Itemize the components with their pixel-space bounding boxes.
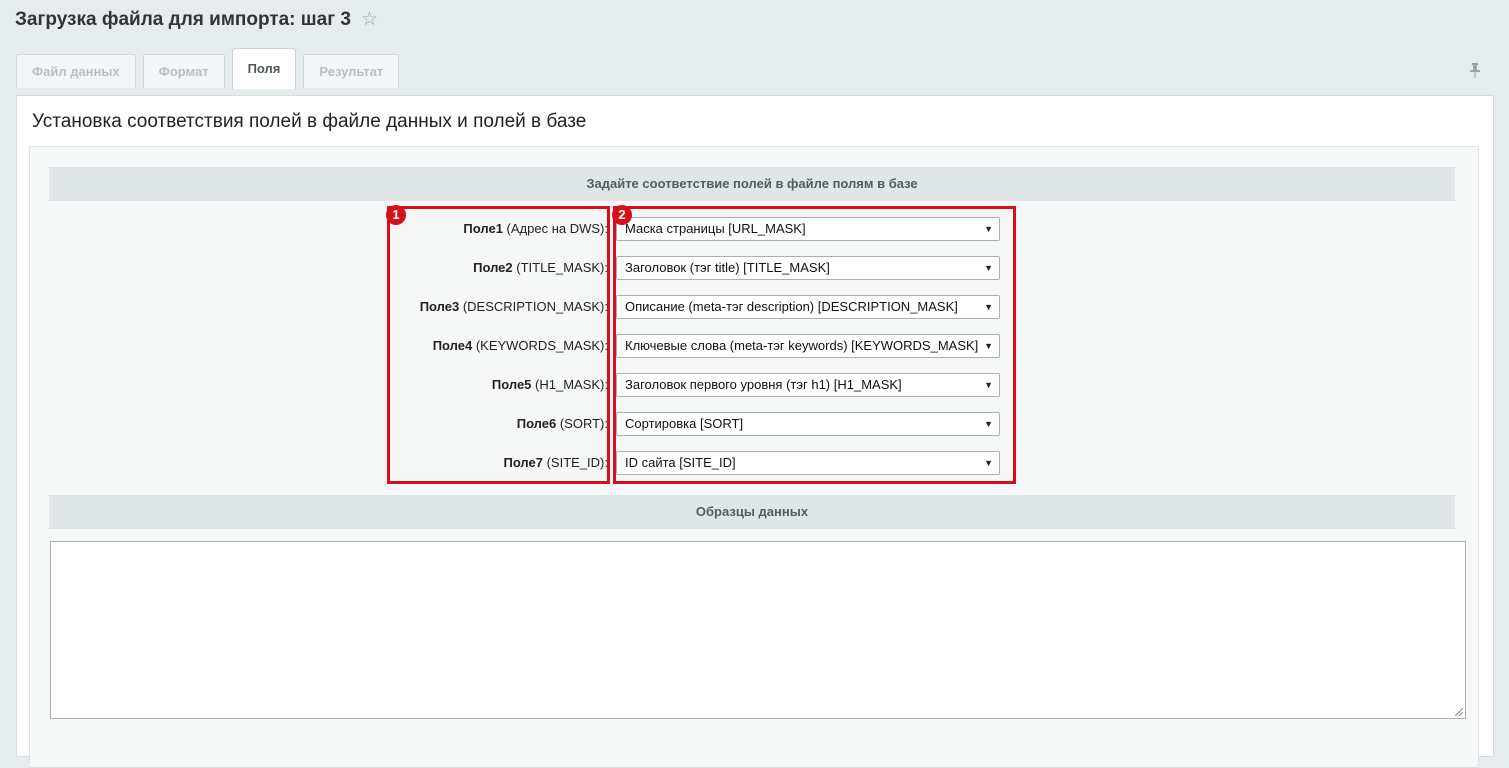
samples-section-title: Образцы данных <box>49 495 1455 529</box>
main-panel: Установка соответствия полей в файле дан… <box>16 95 1494 768</box>
star-icon[interactable]: ☆ <box>361 8 378 31</box>
badge-1: 1 <box>386 205 406 225</box>
mapping-area: Задайте соответствие полей в файле полям… <box>29 146 1479 768</box>
panel-heading: Установка соответствия полей в файле дан… <box>32 111 587 132</box>
badge-2: 2 <box>612 205 632 225</box>
mapping-section-title: Задайте соответствие полей в файле полям… <box>49 167 1455 201</box>
tab-bar: Файл данных Формат Поля Результат <box>16 48 406 89</box>
highlight-box-labels <box>387 206 610 484</box>
page-title: Загрузка файла для импорта: шаг 3 ☆ <box>15 8 378 31</box>
highlight-box-selects <box>613 206 1016 484</box>
pin-icon[interactable] <box>1469 62 1481 78</box>
tab-data-file[interactable]: Файл данных <box>16 54 136 88</box>
resize-handle-icon[interactable] <box>1455 708 1463 716</box>
tab-result[interactable]: Результат <box>303 54 400 88</box>
tab-format[interactable]: Формат <box>142 54 225 88</box>
page-title-text: Загрузка файла для импорта: шаг 3 <box>15 8 351 30</box>
tab-fields[interactable]: Поля <box>231 48 297 89</box>
data-samples-textarea[interactable] <box>50 541 1466 719</box>
